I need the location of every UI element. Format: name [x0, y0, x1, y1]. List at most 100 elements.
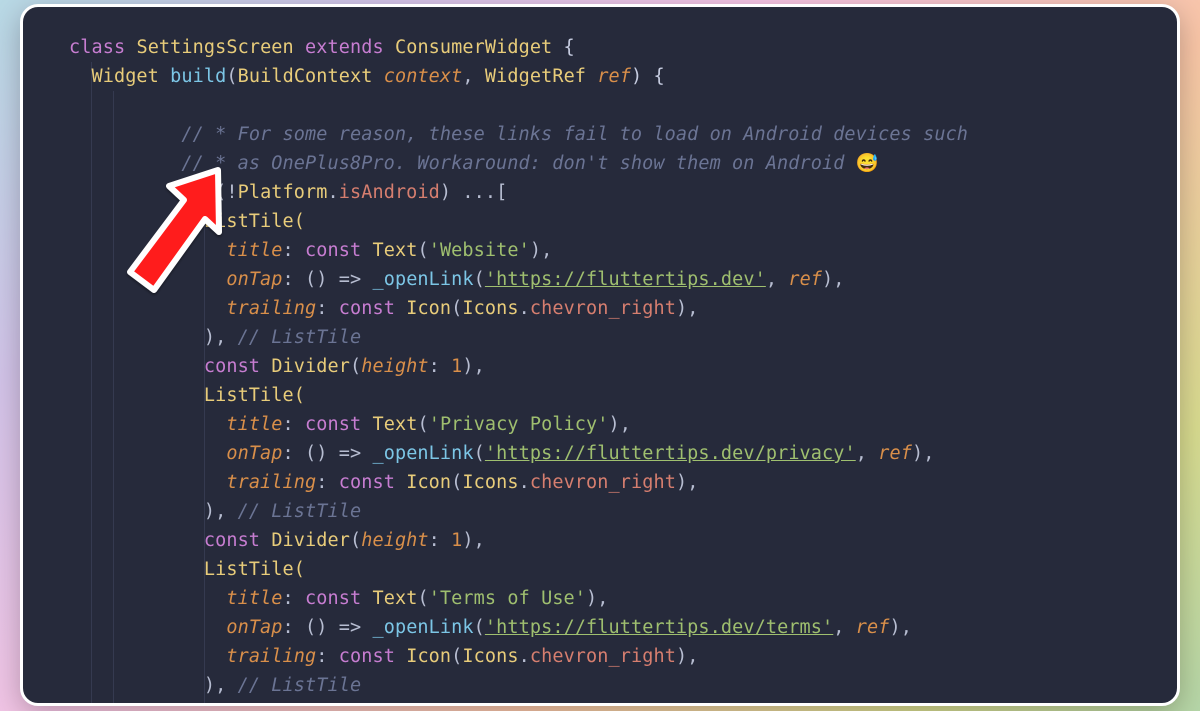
- paren: ),: [889, 617, 911, 638]
- colon: :: [429, 530, 440, 551]
- paren: (: [451, 646, 462, 667]
- paren: (: [474, 443, 485, 464]
- end: ),: [462, 530, 484, 551]
- return-type: Widget: [91, 66, 158, 87]
- brace: ) {: [631, 66, 665, 87]
- paren: (: [417, 414, 428, 435]
- param-type: WidgetRef: [485, 66, 586, 87]
- icon-class: Icon: [406, 646, 451, 667]
- prop-title: title: [226, 588, 282, 609]
- list-tile-open: ListTile(: [204, 385, 305, 406]
- icons-class: Icons: [462, 298, 518, 319]
- divider-class: Divider: [271, 704, 350, 706]
- chevron-right-member: chevron_right: [530, 472, 676, 493]
- close-comment: // ListTile: [226, 327, 361, 348]
- height-val: 1: [451, 530, 462, 551]
- tile2-title: title: const Text('Terms of Use'),: [226, 588, 608, 609]
- url-website: 'https://fluttertips.dev': [485, 269, 766, 290]
- list-tile: ListTile(: [204, 211, 305, 232]
- op: (!: [204, 182, 238, 203]
- tile0-trailing: trailing: const Icon(Icons.chevron_right…: [226, 298, 698, 319]
- height-kw: height: [361, 704, 428, 706]
- kw-const: const: [339, 646, 395, 667]
- dot: .: [328, 182, 339, 203]
- prop-ontap: onTap: [226, 617, 282, 638]
- emoji-sweat-smile: 😅: [856, 153, 879, 174]
- height-val: 1: [451, 356, 462, 377]
- prop-title: title: [226, 414, 282, 435]
- comment-text: // * as OnePlus8Pro. Workaround: don't s…: [181, 153, 855, 174]
- tile1-title: title: const Text('Privacy Policy'),: [226, 414, 631, 435]
- paren: (: [451, 298, 462, 319]
- comma: ,: [766, 269, 788, 290]
- tile2-ontap: onTap: () => _openLink('https://fluttert…: [226, 617, 912, 638]
- code-block: class SettingsScreen extends ConsumerWid…: [69, 33, 1157, 706]
- colon: :: [283, 269, 294, 290]
- open-link-fn: _openLink: [372, 269, 473, 290]
- paren: ),: [822, 269, 844, 290]
- is-android: isAndroid: [339, 182, 440, 203]
- param-type: BuildContext: [238, 66, 373, 87]
- kw-const: const: [305, 240, 361, 261]
- paren: ),: [676, 472, 698, 493]
- colon: :: [429, 704, 440, 706]
- paren: (: [350, 530, 361, 551]
- arrow-fn: () =>: [305, 617, 372, 638]
- method-build: build: [170, 66, 226, 87]
- paren: ),: [530, 240, 552, 261]
- tile1-ontap: onTap: () => _openLink('https://fluttert…: [226, 443, 934, 464]
- icons-class: Icons: [462, 646, 518, 667]
- kw-const: const: [339, 298, 395, 319]
- icons-class: Icons: [462, 472, 518, 493]
- tile0-ontap: onTap: () => _openLink('https://fluttert…: [226, 269, 844, 290]
- end: ),: [462, 356, 484, 377]
- height-val: 1: [451, 704, 462, 706]
- open-link-fn: _openLink: [372, 443, 473, 464]
- close-comment: // ListTile: [226, 501, 361, 522]
- brace: {: [552, 37, 574, 58]
- line-2: Widget build(BuildContext context, Widge…: [91, 66, 664, 87]
- comma: ,: [856, 443, 878, 464]
- ref-arg: ref: [878, 443, 912, 464]
- colon: :: [429, 356, 440, 377]
- prop-trailing: trailing: [226, 298, 316, 319]
- icon-class: Icon: [406, 472, 451, 493]
- str-privacy: 'Privacy Policy': [429, 414, 609, 435]
- arrow-fn: () =>: [305, 443, 372, 464]
- tile1-close: ), // ListTile: [204, 501, 361, 522]
- dot: .: [519, 472, 530, 493]
- chevron-right-member: chevron_right: [530, 298, 676, 319]
- prop-trailing: trailing: [226, 472, 316, 493]
- divider-1: const Divider(height: 1),: [204, 356, 485, 377]
- colon: :: [283, 240, 294, 261]
- text-class: Text: [373, 588, 418, 609]
- list-tile-open: ListTile(: [204, 559, 305, 580]
- tile2-trailing: trailing: const Icon(Icons.chevron_right…: [226, 646, 698, 667]
- colon: :: [283, 617, 294, 638]
- class-name: SettingsScreen: [136, 37, 293, 58]
- line-1: class SettingsScreen extends ConsumerWid…: [69, 37, 575, 58]
- dot: .: [519, 646, 530, 667]
- comment-line-2: // * as OnePlus8Pro. Workaround: don't s…: [181, 153, 878, 174]
- text-class: Text: [373, 414, 418, 435]
- close: ),: [204, 501, 226, 522]
- prop-ontap: onTap: [226, 269, 282, 290]
- divider-3: const Divider(height: 1),: [204, 704, 485, 706]
- divider-class: Divider: [271, 530, 350, 551]
- end: ) ...[: [440, 182, 507, 203]
- close-comment: // ListTile: [226, 675, 361, 696]
- paren: (: [350, 704, 361, 706]
- colon: :: [283, 414, 294, 435]
- param-context: context: [384, 66, 463, 87]
- paren: ),: [586, 588, 608, 609]
- comma: ,: [833, 617, 855, 638]
- open-link-fn: _openLink: [372, 617, 473, 638]
- list-tile-open: ListTile(: [204, 211, 305, 232]
- chevron-right-member: chevron_right: [530, 646, 676, 667]
- tile1-trailing: trailing: const Icon(Icons.chevron_right…: [226, 472, 698, 493]
- paren: (: [417, 588, 428, 609]
- paren: (: [451, 472, 462, 493]
- str-terms: 'Terms of Use': [429, 588, 586, 609]
- colon: :: [283, 588, 294, 609]
- kw-if: if: [181, 182, 203, 203]
